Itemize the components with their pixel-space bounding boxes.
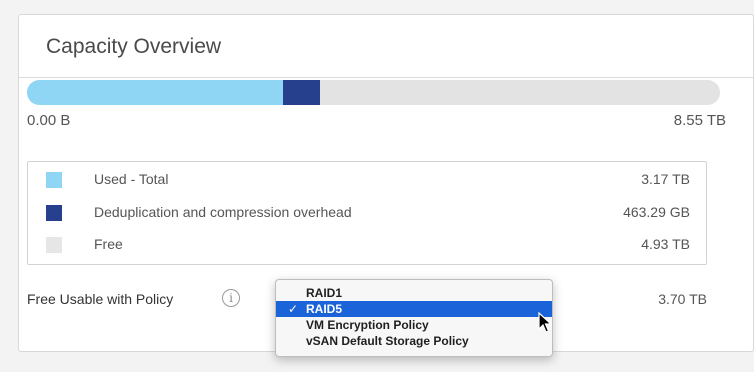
card-title: Capacity Overview [46, 35, 222, 58]
dropdown-option-vm-encryption[interactable]: VM Encryption Policy [276, 317, 552, 333]
legend-value: 3.17 TB [641, 171, 690, 187]
legend-row-used: Used - Total 3.17 TB [28, 164, 706, 196]
capacity-bar-used-segment [27, 80, 284, 105]
legend-swatch-free [46, 237, 62, 253]
legend-swatch-dedup [46, 205, 62, 221]
info-icon[interactable]: i [222, 289, 240, 307]
dropdown-option-label: RAID5 [306, 302, 343, 316]
capacity-max-label: 8.55 TB [673, 112, 726, 129]
legend-row-dedup: Deduplication and compression overhead 4… [28, 197, 706, 229]
card-header: Capacity Overview [19, 15, 753, 78]
dropdown-option-label: VM Encryption Policy [306, 318, 429, 332]
dropdown-option-label: vSAN Default Storage Policy [306, 334, 469, 348]
legend-value: 463.29 GB [623, 204, 690, 220]
legend-row-free: Free 4.93 TB [28, 229, 706, 261]
capacity-min-label: 0.00 B [27, 112, 71, 129]
storage-policy-dropdown[interactable]: RAID1 ✓ RAID5 VM Encryption Policy vSAN … [275, 279, 553, 357]
capacity-legend: Used - Total 3.17 TB Deduplication and c… [27, 161, 707, 265]
dropdown-option-label: RAID1 [306, 286, 343, 300]
legend-label: Used - Total [94, 171, 169, 187]
dropdown-option-vsan-default[interactable]: vSAN Default Storage Policy [276, 333, 552, 349]
legend-swatch-used [46, 172, 62, 188]
mouse-cursor-icon [538, 312, 552, 333]
capacity-bar-dedup-segment [283, 80, 320, 105]
legend-label: Free [94, 236, 123, 252]
legend-value: 4.93 TB [641, 236, 690, 252]
policy-label: Free Usable with Policy [27, 291, 174, 307]
check-icon: ✓ [288, 302, 299, 316]
legend-label: Deduplication and compression overhead [94, 204, 352, 220]
dropdown-option-raid5[interactable]: ✓ RAID5 [276, 301, 552, 317]
dropdown-option-raid1[interactable]: RAID1 [276, 285, 552, 301]
capacity-bar [27, 80, 720, 105]
policy-free-usable-value: 3.70 TB [658, 291, 707, 307]
